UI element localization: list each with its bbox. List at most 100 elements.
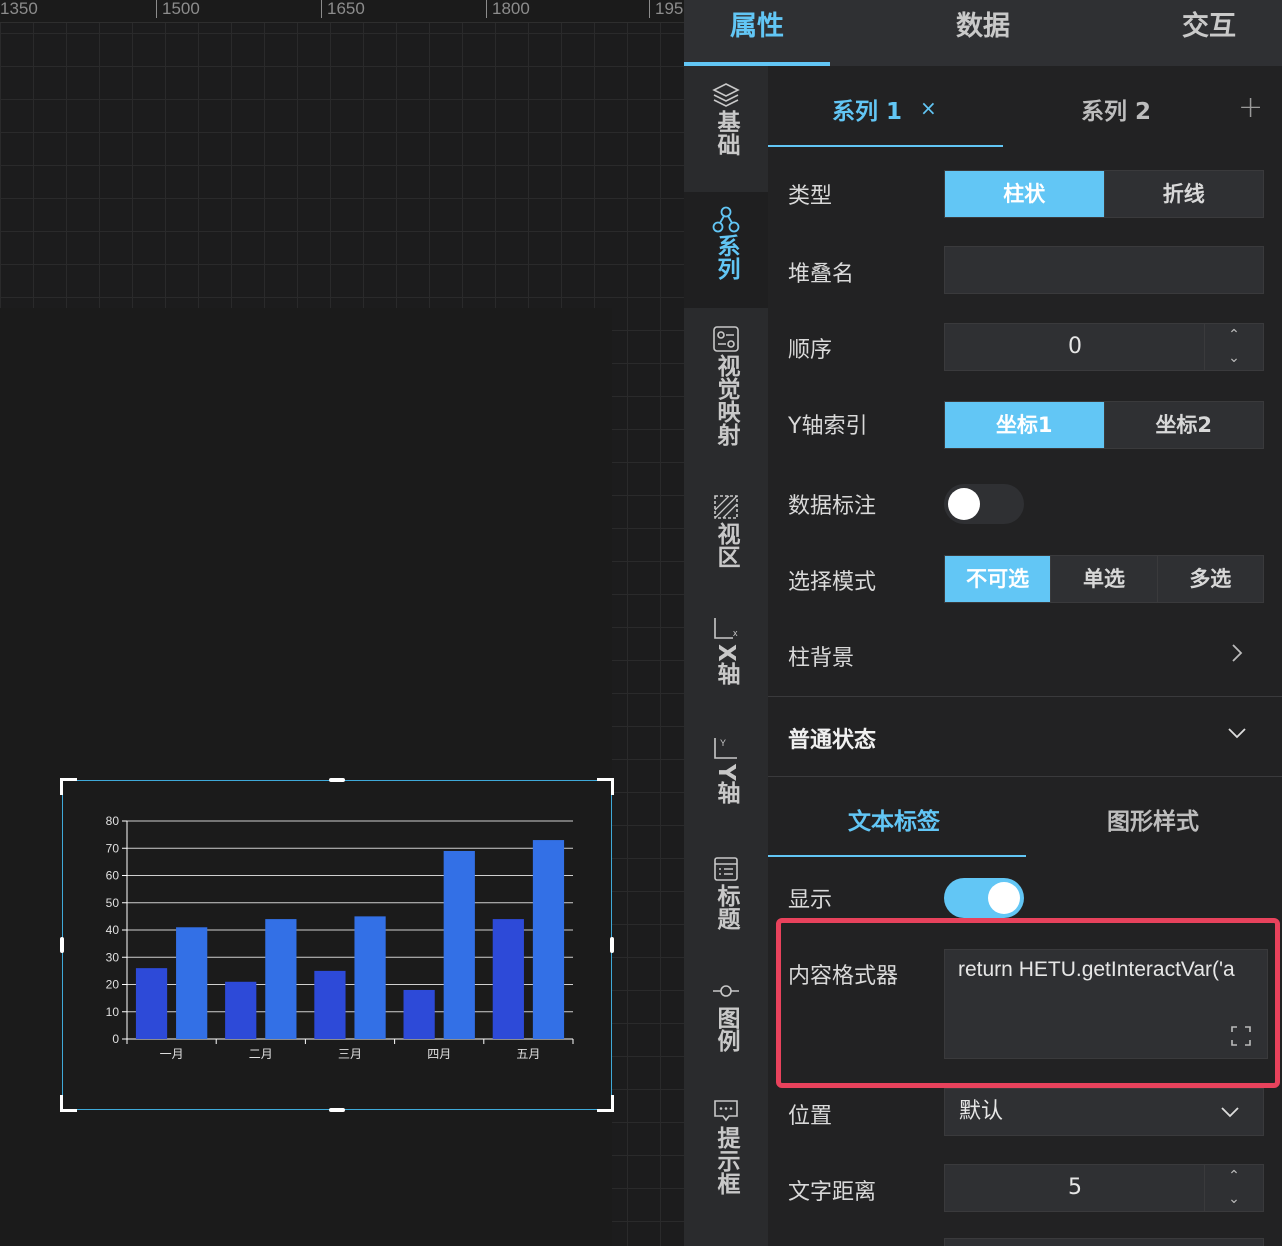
y-tick-label: 0 (112, 1032, 119, 1046)
resize-handle-right[interactable] (610, 937, 614, 953)
chevron-down-icon[interactable]: ⌄ (1205, 347, 1263, 370)
text-distance-value[interactable]: 5 (945, 1165, 1205, 1211)
y-axis-index-label: Y轴索引 (788, 414, 868, 439)
show-toggle[interactable] (944, 878, 1024, 918)
text-distance-label: 文字距离 (788, 1180, 877, 1205)
resize-handle-top-right[interactable] (597, 778, 614, 795)
tab-series-2[interactable]: 系列 2 (1081, 92, 1151, 126)
side-nav: 基础 系列 视觉映射 视区 x X轴 Y Y轴 标题 图例 提示框 (684, 66, 768, 1246)
x-tick-label: 二月 (249, 1047, 273, 1061)
order-stepper[interactable]: 0 ⌃ ⌄ (944, 323, 1264, 371)
select-mode-segmented: 不可选 单选 多选 (944, 555, 1264, 603)
type-option-bar[interactable]: 柱状 (945, 171, 1104, 217)
divider (768, 696, 1282, 697)
y-tick-label: 60 (106, 869, 120, 883)
resize-handle-left[interactable] (60, 937, 64, 953)
tab-series-1[interactable]: 系列 1 (832, 92, 902, 126)
layers-icon (712, 83, 740, 107)
select-mode-none[interactable]: 不可选 (945, 556, 1051, 602)
chevron-up-icon[interactable]: ⌃ (1205, 1165, 1263, 1188)
position-select[interactable]: 默认 (944, 1088, 1264, 1136)
type-option-line[interactable]: 折线 (1103, 171, 1264, 217)
y-axis-index-segmented: 坐标1 坐标2 (944, 401, 1264, 449)
y-axis-icon: Y (714, 738, 737, 759)
next-field-input[interactable] (944, 1238, 1264, 1246)
nav-label: 视区 (713, 522, 739, 568)
resize-handle-top[interactable] (329, 778, 345, 782)
close-icon[interactable]: × (920, 96, 937, 120)
bar-chart: 0 10 20 30 40 50 60 70 80 一月 二月 三月 四月 五月 (106, 814, 574, 1061)
y-tick-label: 40 (106, 923, 120, 937)
x-tick-label: 一月 (160, 1047, 184, 1061)
add-icon[interactable]: + (1238, 90, 1263, 125)
nav-item-viewport[interactable]: 视区 (684, 492, 768, 592)
tab-shape-style[interactable]: 图形样式 (1107, 802, 1199, 836)
type-label: 类型 (788, 184, 833, 209)
nodes-icon (712, 206, 740, 233)
x-tick-label: 三月 (338, 1047, 362, 1061)
resize-handle-bottom-right[interactable] (597, 1095, 614, 1112)
bar (492, 919, 524, 1039)
design-canvas[interactable]: 1350 1500 1650 1800 195 0 10 20 30 40 50 60 70 8… (0, 0, 684, 1246)
order-value[interactable]: 0 (945, 324, 1205, 370)
show-label: 显示 (788, 888, 833, 913)
nav-item-title[interactable]: 标题 (684, 854, 768, 954)
resize-handle-bottom-left[interactable] (60, 1095, 77, 1112)
nav-item-y-axis[interactable]: Y Y轴 (684, 734, 768, 834)
nav-item-x-axis[interactable]: x X轴 (684, 614, 768, 714)
y-axis-option-2[interactable]: 坐标2 (1103, 402, 1264, 448)
tab-data[interactable]: 数据 (910, 0, 1056, 66)
stepper-buttons: ⌃ ⌄ (1204, 324, 1263, 370)
active-label-tab-indicator (768, 855, 1026, 857)
divider (768, 776, 1282, 777)
svg-text:x: x (733, 628, 738, 638)
x-tick-label: 四月 (427, 1047, 451, 1061)
bar-chart-component[interactable]: 0 10 20 30 40 50 60 70 80 一月 二月 三月 四月 五月 (60, 778, 614, 1112)
nav-item-basic[interactable]: 基础 (684, 80, 768, 180)
nav-label: 系列 (713, 234, 739, 280)
bar (354, 916, 386, 1039)
nav-item-legend[interactable]: 图例 (684, 976, 768, 1076)
stack-input[interactable] (944, 246, 1264, 294)
tab-text-label[interactable]: 文本标签 (848, 802, 940, 836)
nav-item-series[interactable]: 系列 (684, 192, 768, 308)
chevron-down-icon[interactable]: ⌄ (1205, 1188, 1263, 1211)
toggle-knob (988, 882, 1020, 914)
select-mode-multiple[interactable]: 多选 (1156, 556, 1263, 602)
nav-item-tooltip[interactable]: 提示框 (684, 1096, 768, 1226)
active-series-indicator (768, 145, 1003, 147)
highlight-annotation-box (776, 918, 1280, 1088)
tab-attributes[interactable]: 属性 (684, 0, 830, 66)
nav-label: X轴 (713, 644, 739, 685)
label-style-tabs: 文本标签 图形样式 (768, 778, 1282, 858)
bar-background-label: 柱背景 (788, 646, 855, 671)
position-label: 位置 (788, 1104, 833, 1129)
select-mode-single[interactable]: 单选 (1050, 556, 1156, 602)
nav-label: 标题 (713, 884, 739, 930)
tooltip-icon (714, 1100, 738, 1122)
stepper-buttons: ⌃ ⌄ (1204, 1165, 1263, 1211)
chevron-down-icon[interactable] (1226, 726, 1248, 740)
y-axis-option-1[interactable]: 坐标1 (945, 402, 1104, 448)
bar (176, 927, 208, 1039)
chevron-right-icon[interactable] (1230, 642, 1244, 664)
resize-handle-bottom[interactable] (329, 1108, 345, 1112)
nav-item-visual-map[interactable]: 视觉映射 (684, 324, 768, 474)
ruler-label: 195 (649, 0, 683, 18)
normal-state-header[interactable]: 普通状态 (788, 722, 876, 754)
x-tick-label: 五月 (516, 1047, 540, 1061)
y-tick-label: 80 (106, 814, 120, 828)
tab-interaction[interactable]: 交互 (1136, 0, 1282, 66)
select-mode-label: 选择模式 (788, 570, 877, 595)
y-tick-label: 30 (106, 950, 120, 964)
bar (532, 840, 565, 1039)
chevron-down-icon (1221, 1107, 1239, 1118)
visual-map-icon (713, 326, 739, 352)
text-distance-stepper[interactable]: 5 ⌃ ⌄ (944, 1164, 1264, 1212)
bar (403, 989, 435, 1039)
position-value: 默认 (959, 1099, 1004, 1124)
ruler-label: 1650 (321, 0, 365, 18)
data-label-toggle[interactable] (944, 484, 1024, 524)
chevron-up-icon[interactable]: ⌃ (1205, 324, 1263, 347)
resize-handle-top-left[interactable] (60, 778, 77, 795)
